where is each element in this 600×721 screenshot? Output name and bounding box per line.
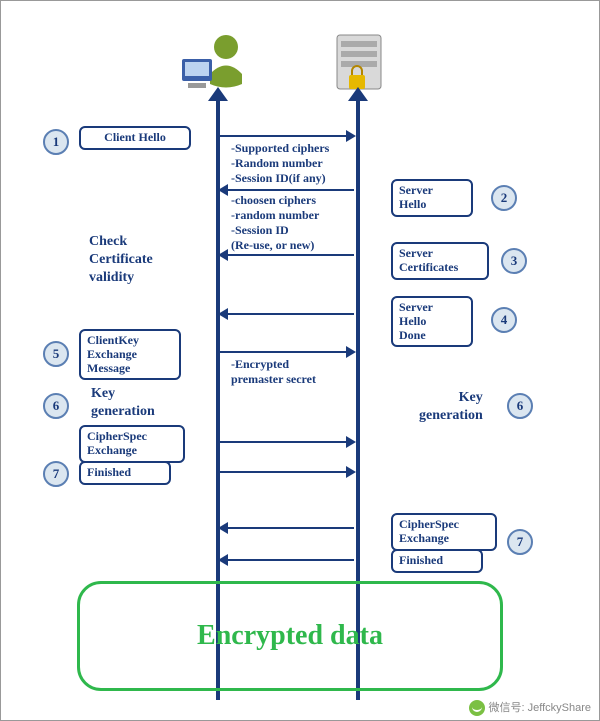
arrow-cipherspec-client	[218, 441, 348, 443]
step-7s-badge: 7	[507, 529, 533, 555]
client-hello-params: -Supported ciphers -Random number -Sessi…	[231, 141, 361, 186]
key-gen-server: Key generation	[419, 389, 483, 425]
arrow-finished-server	[226, 559, 354, 561]
arrow-server-certs	[226, 254, 354, 256]
step-6c-badge: 6	[43, 393, 69, 419]
cipherspec-server-box: CipherSpec Exchange	[391, 513, 497, 551]
encrypted-data-label: Encrypted data	[197, 620, 383, 652]
server-hello-done-box: Server Hello Done	[391, 296, 473, 347]
premaster-note: -Encrypted premaster secret	[231, 357, 351, 387]
cipherspec-client-box: CipherSpec Exchange	[79, 425, 185, 463]
finished-server-box: Finished	[391, 549, 483, 573]
step-6s-badge: 6	[507, 393, 533, 419]
diagram-root: 1 Client Hello -Supported ciphers -Rando…	[0, 0, 600, 721]
step-7c-badge: 7	[43, 461, 69, 487]
check-cert-note: Check Certificate validity	[89, 233, 153, 288]
server-certs-box: Server Certificates	[391, 242, 489, 280]
finished-client-box: Finished	[79, 461, 171, 485]
step-1-badge: 1	[43, 129, 69, 155]
arrow-client-hello	[218, 135, 348, 137]
step-4-badge: 4	[491, 307, 517, 333]
key-gen-client: Key generation	[91, 385, 155, 421]
step-5-badge: 5	[43, 341, 69, 367]
encrypted-data-box: Encrypted data	[77, 581, 503, 691]
arrow-server-hello-done	[226, 313, 354, 315]
watermark: 微信号: JeffckyShare	[469, 699, 592, 716]
server-hello-params: -choosen ciphers -random number -Session…	[231, 193, 361, 253]
client-hello-box: Client Hello	[79, 126, 191, 150]
wechat-icon	[469, 700, 485, 716]
server-hello-box: Server Hello	[391, 179, 473, 217]
step-3-badge: 3	[501, 248, 527, 274]
arrow-server-hello	[226, 189, 354, 191]
step-2-badge: 2	[491, 185, 517, 211]
client-key-exchange-box: ClientKey Exchange Message	[79, 329, 181, 380]
arrow-finished-client	[218, 471, 348, 473]
arrow-cipherspec-server	[226, 527, 354, 529]
arrow-premaster	[218, 351, 348, 353]
watermark-text: 微信号: JeffckyShare	[489, 702, 592, 714]
